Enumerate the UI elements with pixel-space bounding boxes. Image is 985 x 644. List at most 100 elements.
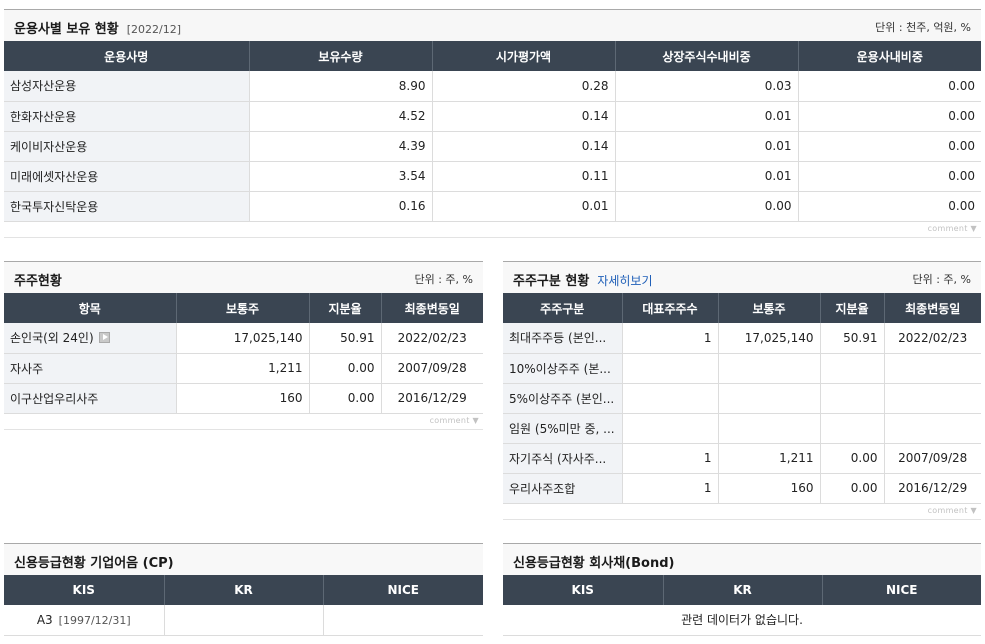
comment-toggle-label[interactable]: comment ▼ bbox=[928, 224, 977, 233]
column-header: NICE bbox=[821, 575, 981, 605]
fund-holdings-date: [2022/12] bbox=[126, 23, 182, 36]
table-cell: 1 bbox=[621, 323, 718, 354]
table-row: 10%이상주주 (본... bbox=[503, 353, 981, 384]
shareholders-panel: 주주현황 단위 : 주, % 항목 보통주 지분율 최종변동일 손인국(외 24… bbox=[4, 261, 483, 430]
comment-toggle[interactable]: comment ▼ bbox=[4, 414, 483, 430]
shareholder-name: 이구산업우리사주 bbox=[4, 383, 176, 414]
table-cell: 0.14 bbox=[431, 101, 615, 132]
table-row: 자사주 1,211 0.00 2007/09/28 bbox=[4, 353, 483, 384]
table-cell: 1,211 bbox=[717, 443, 820, 474]
column-header: KR bbox=[662, 575, 822, 605]
credit-bond-header: 신용등급현황 회사채(Bond) bbox=[503, 543, 981, 575]
details-link[interactable]: 자세히보기 bbox=[597, 274, 652, 288]
table-row: 자기주식 (자사주... 1 1,211 0.00 2007/09/28 bbox=[503, 443, 981, 474]
table-cell: 0.01 bbox=[614, 101, 798, 132]
credit-bond-table: KIS KR NICE 관련 데이터가 없습니다. bbox=[503, 575, 981, 636]
kis-grade: A3 bbox=[36, 612, 53, 627]
table-cell bbox=[717, 353, 820, 384]
column-header: 운용사명 bbox=[4, 41, 249, 71]
column-header: 운용사내비중 bbox=[797, 41, 981, 71]
comment-toggle-label[interactable]: comment ▼ bbox=[430, 416, 479, 425]
shareholder-name: 손인국(외 24인) bbox=[10, 331, 94, 346]
table-cell: 0.01 bbox=[431, 191, 615, 222]
table-cell: 0.14 bbox=[431, 131, 615, 162]
table-row: 이구산업우리사주 160 0.00 2016/12/29 bbox=[4, 383, 483, 414]
comment-toggle-label[interactable]: comment ▼ bbox=[928, 506, 977, 515]
table-cell: 50.91 bbox=[819, 323, 884, 354]
column-header: 최종변동일 bbox=[883, 293, 981, 323]
table-cell: 0.00 bbox=[614, 191, 798, 222]
fund-holdings-title: 운용사별 보유 현황 [2022/12] bbox=[14, 22, 182, 37]
column-header: 시가평가액 bbox=[431, 41, 615, 71]
shareholder-type-header: 주주구분 현황 자세히보기 단위 : 주, % bbox=[503, 261, 981, 293]
table-cell: 2007/09/28 bbox=[380, 353, 483, 384]
table-row: 우리사주조합 1 160 0.00 2016/12/29 bbox=[503, 473, 981, 504]
table-row: 손인국(외 24인) 17,025,140 50.91 2022/02/23 bbox=[4, 323, 483, 354]
credit-bond-title: 신용등급현황 회사채(Bond) bbox=[513, 556, 675, 571]
fund-name: 한화자산운용 bbox=[4, 101, 249, 132]
table-cell bbox=[621, 413, 718, 444]
table-cell: 0.01 bbox=[614, 131, 798, 162]
credit-cp-table: KIS KR NICE A3 [1997/12/31] bbox=[4, 575, 483, 636]
table-row: 미래에셋자산운용 3.54 0.11 0.01 0.00 bbox=[4, 161, 981, 192]
column-header: 지분율 bbox=[819, 293, 884, 323]
column-header: 지분율 bbox=[308, 293, 381, 323]
column-header: NICE bbox=[322, 575, 483, 605]
table-cell: 3.54 bbox=[248, 161, 432, 192]
kis-rating-date: [1997/12/31] bbox=[58, 613, 131, 627]
table-cell: 0.00 bbox=[819, 473, 884, 504]
fund-name: 케이비자산운용 bbox=[4, 131, 249, 162]
column-header: 대표주주수 bbox=[621, 293, 718, 323]
table-cell: 4.39 bbox=[248, 131, 432, 162]
table-row: 임원 (5%미만 중, ... bbox=[503, 413, 981, 444]
table-cell bbox=[819, 353, 884, 384]
table-cell: 0.00 bbox=[797, 131, 981, 162]
table-cell: 2022/02/23 bbox=[380, 323, 483, 354]
table-cell: 8.90 bbox=[248, 71, 432, 102]
table-cell: 0.00 bbox=[308, 383, 381, 414]
shareholder-type: 임원 (5%미만 중, ... bbox=[503, 413, 622, 444]
credit-cp-title: 신용등급현황 기업어음 (CP) bbox=[14, 556, 174, 571]
table-cell: 0.00 bbox=[308, 353, 381, 384]
column-header: 주주구분 bbox=[503, 293, 622, 323]
table-cell: 50.91 bbox=[308, 323, 381, 354]
fund-holdings-header: 운용사별 보유 현황 [2022/12] 단위 : 천주, 억원, % bbox=[4, 9, 981, 41]
column-header: 보통주 bbox=[717, 293, 820, 323]
column-header: 보유수량 bbox=[248, 41, 432, 71]
shareholder-type: 최대주주등 (본인... bbox=[503, 323, 622, 354]
table-cell: 0.00 bbox=[797, 71, 981, 102]
table-cell bbox=[819, 383, 884, 414]
shareholder-type-unit: 단위 : 주, % bbox=[912, 273, 971, 286]
table-cell: 2016/12/29 bbox=[380, 383, 483, 414]
comment-toggle[interactable]: comment ▼ bbox=[4, 222, 981, 238]
column-header: 최종변동일 bbox=[380, 293, 483, 323]
shareholder-type: 우리사주조합 bbox=[503, 473, 622, 504]
credit-bond-panel: 신용등급현황 회사채(Bond) KIS KR NICE 관련 데이터가 없습니… bbox=[503, 543, 981, 636]
table-cell bbox=[717, 383, 820, 414]
column-header: 상장주식수내비중 bbox=[614, 41, 798, 71]
expand-arrow-icon[interactable] bbox=[98, 332, 110, 344]
table-cell: 0.00 bbox=[797, 191, 981, 222]
shareholder-type: 자기주식 (자사주... bbox=[503, 443, 622, 474]
table-cell bbox=[883, 413, 981, 444]
table-cell: 160 bbox=[175, 383, 309, 414]
table-cell: 1 bbox=[621, 443, 718, 474]
table-cell: 0.03 bbox=[614, 71, 798, 102]
table-cell bbox=[883, 383, 981, 414]
table-cell: 2007/09/28 bbox=[883, 443, 981, 474]
shareholders-table: 항목 보통주 지분율 최종변동일 손인국(외 24인) 17,025,140 5… bbox=[4, 293, 483, 414]
table-cell bbox=[621, 353, 718, 384]
table-cell: 0.16 bbox=[248, 191, 432, 222]
table-cell bbox=[717, 413, 820, 444]
table-cell: 17,025,140 bbox=[175, 323, 309, 354]
kis-rating-cell: A3 [1997/12/31] bbox=[4, 605, 164, 636]
table-cell: 2016/12/29 bbox=[883, 473, 981, 504]
fund-holdings-unit: 단위 : 천주, 억원, % bbox=[875, 21, 971, 34]
table-row: 한화자산운용 4.52 0.14 0.01 0.00 bbox=[4, 101, 981, 132]
table-cell: 0.28 bbox=[431, 71, 615, 102]
comment-toggle[interactable]: comment ▼ bbox=[503, 504, 981, 520]
table-cell: 0.11 bbox=[431, 161, 615, 192]
shareholder-name-cell: 손인국(외 24인) bbox=[4, 323, 176, 354]
column-header: 보통주 bbox=[175, 293, 309, 323]
table-row: 한국투자신탁운용 0.16 0.01 0.00 0.00 bbox=[4, 191, 981, 222]
